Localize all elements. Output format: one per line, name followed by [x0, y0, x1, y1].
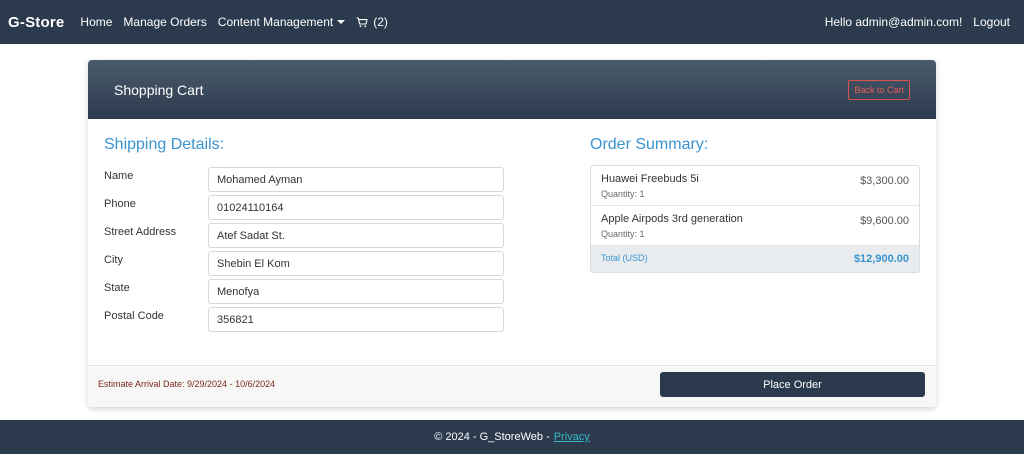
street-address-field[interactable]: Atef Sadat St.: [208, 223, 504, 248]
privacy-link[interactable]: Privacy: [554, 431, 590, 443]
city-field[interactable]: Shebin El Kom: [208, 251, 504, 276]
city-label: City: [104, 254, 123, 266]
top-navbar: G-Store Home Manage Orders Content Manag…: [0, 0, 1024, 44]
copyright-text: © 2024 - G_StoreWeb -: [434, 431, 550, 443]
user-greeting[interactable]: Hello admin@admin.com!: [825, 15, 963, 29]
card-body: Shipping Details: Name Mohamed Ayman Pho…: [88, 119, 936, 366]
list-item: Huawei Freebuds 5i Quantity: 1 $3,300.00: [591, 166, 919, 206]
nav-content-management-label: Content Management: [217, 15, 334, 29]
postal-code-field[interactable]: 356821: [208, 307, 504, 332]
name-field[interactable]: Mohamed Ayman: [208, 167, 504, 192]
item-name: Huawei Freebuds 5i: [601, 173, 699, 185]
card-header: Shopping Cart Back to Cart: [88, 60, 936, 119]
street-address-label: Street Address: [104, 226, 177, 238]
order-summary-title: Order Summary:: [590, 136, 709, 153]
item-name: Apple Airpods 3rd generation: [601, 213, 743, 225]
nav-content-management[interactable]: Content Management: [217, 15, 346, 29]
nav-user-area: Hello admin@admin.com! Logout: [825, 15, 1016, 29]
item-quantity: Quantity: 1: [601, 189, 645, 199]
order-total-row: Total (USD) $12,900.00: [591, 246, 919, 272]
page-footer: © 2024 - G_StoreWeb - Privacy: [0, 420, 1024, 454]
item-price: $3,300.00: [860, 175, 909, 187]
card-title: Shopping Cart: [114, 81, 204, 98]
chevron-down-icon: [337, 20, 346, 24]
list-item: Apple Airpods 3rd generation Quantity: 1…: [591, 206, 919, 246]
order-summary-list: Huawei Freebuds 5i Quantity: 1 $3,300.00…: [590, 165, 920, 273]
back-to-cart-button[interactable]: Back to Cart: [848, 79, 910, 100]
phone-field[interactable]: 01024110164: [208, 195, 504, 220]
place-order-button[interactable]: Place Order: [660, 372, 925, 397]
nav-manage-orders[interactable]: Manage Orders: [123, 15, 206, 29]
state-label: State: [104, 282, 130, 294]
card-footer: Estimate Arrival Date: 9/29/2024 - 10/6/…: [88, 367, 936, 407]
estimated-arrival-date: Estimate Arrival Date: 9/29/2024 - 10/6/…: [98, 379, 276, 389]
shopping-cart-card: Shopping Cart Back to Cart Shipping Deta…: [88, 60, 936, 407]
cart-count: (2): [373, 15, 388, 29]
state-field[interactable]: Menofya: [208, 279, 504, 304]
total-label: Total (USD): [601, 253, 648, 263]
item-quantity: Quantity: 1: [601, 229, 645, 239]
name-label: Name: [104, 170, 134, 182]
nav-links: Home Manage Orders Content Management (2…: [80, 15, 387, 29]
nav-cart[interactable]: (2): [356, 15, 388, 29]
phone-label: Phone: [104, 198, 136, 210]
total-value: $12,900.00: [853, 253, 909, 265]
postal-code-label: Postal Code: [104, 310, 164, 322]
cart-icon: [356, 16, 368, 27]
shipping-details-title: Shipping Details:: [104, 136, 225, 153]
item-price: $9,600.00: [860, 215, 909, 227]
logout-link[interactable]: Logout: [973, 15, 1010, 29]
nav-home[interactable]: Home: [80, 15, 112, 29]
brand-logo[interactable]: G-Store: [8, 14, 64, 31]
